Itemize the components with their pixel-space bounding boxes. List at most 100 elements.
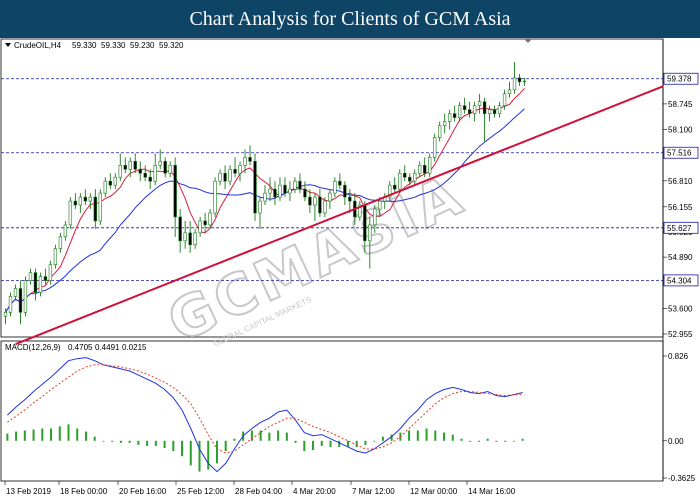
macd-histogram-bar [294,440,297,443]
candle-body [318,196,322,214]
candle [263,185,267,206]
time-tick-label: 12 Mar 00:00 [410,487,458,496]
candle-body [238,165,242,174]
macd-histogram-bar [137,440,140,445]
macd-histogram-bar [364,440,367,445]
macd-histogram-bar [23,430,26,441]
macd-histogram-bar [163,440,166,448]
candle-body [103,180,107,194]
candle-body [158,161,162,166]
candle [477,93,482,114]
candle [183,220,187,249]
candle-body [408,176,412,182]
symbol-label: CrudeOIL,H4 [14,41,62,50]
candle [193,228,197,249]
macd-histogram-bar [207,440,210,470]
candle-body [58,236,63,250]
macd-params: MACD(12,26,9) [5,343,61,352]
candle-body [63,224,68,238]
chart-frame: GCMASIA GLOBAL CAPITAL MARKETS CrudeOIL,… [0,38,700,500]
candle-body [18,288,23,313]
macd-histogram-bar [408,430,411,441]
candle [203,212,207,233]
macd-line [7,357,523,473]
candle [462,97,467,114]
candle-body [512,77,517,91]
candle [258,197,262,229]
candle [507,81,512,98]
candle [213,177,217,217]
candle-body [123,165,127,170]
candle-body [128,161,132,170]
candle-body [113,176,117,186]
candle-body [497,105,502,114]
candle [457,101,462,122]
candle [98,189,102,225]
candle-body [223,172,227,182]
candle-body [203,220,207,226]
candle-body [333,180,337,194]
candle-body [48,264,53,281]
candle-body [83,196,88,202]
candle [433,133,437,162]
candle-body [482,101,487,114]
candle-body [338,180,342,186]
macd-tick-label: -0.3625 [668,474,696,483]
candle-body [298,180,302,190]
candle [153,153,157,186]
candle [487,105,492,122]
candle [447,109,452,130]
macd-histogram-bar [6,433,9,441]
chart-svg: GCMASIA GLOBAL CAPITAL MARKETS CrudeOIL,… [0,38,699,496]
macd-histogram-bar [224,440,227,452]
candle-body [143,172,147,178]
candle [63,220,68,241]
candle [28,268,33,285]
candle-body [368,224,372,242]
candle [198,216,202,237]
main-panel-border [0,38,664,338]
candle [18,280,23,325]
macd-histogram-bar [512,440,515,442]
level-tag-label: 59.378 [667,75,692,84]
time-tick-label: 18 Feb 00:00 [60,487,108,496]
candle-body [507,89,512,95]
candle [223,165,227,190]
macd-histogram-bar [154,440,157,446]
candle [303,181,307,202]
dropdown-triangle-icon[interactable] [5,43,11,47]
candle-body [228,168,232,182]
macd-histogram-bar [521,438,524,441]
candle [73,193,78,210]
candle-body [73,200,78,206]
candle-body [467,109,472,114]
candle-body [258,200,262,214]
candle-body [23,280,28,313]
macd-histogram-bar [469,440,472,442]
macd-histogram-bar [102,440,105,442]
macd-histogram-bar [119,440,122,443]
candle [143,165,147,182]
candle-body [8,296,13,313]
candle-body [263,192,267,202]
candle [8,292,13,317]
macd-histogram-bar [443,432,446,441]
candle [113,173,117,190]
macd-histogram-bar [434,430,437,441]
macd-histogram-bar [189,440,192,466]
candle-body [213,180,217,214]
candle-body [148,176,152,182]
page-title: Chart Analysis for Clients of GCM Asia [189,8,511,30]
candle-body [93,196,97,222]
candle [437,121,442,142]
macd-histogram-bar [338,440,341,447]
candle-body [183,232,187,242]
macd-value-main: 0.4705 [68,343,93,352]
price-tick-label: 58.745 [668,100,693,109]
candle [403,165,407,182]
macd-value-hist: 0.0215 [122,343,147,352]
candle [38,272,43,297]
open-value: 59.330 [72,41,97,50]
candle-body [522,80,527,83]
candle [178,209,182,253]
